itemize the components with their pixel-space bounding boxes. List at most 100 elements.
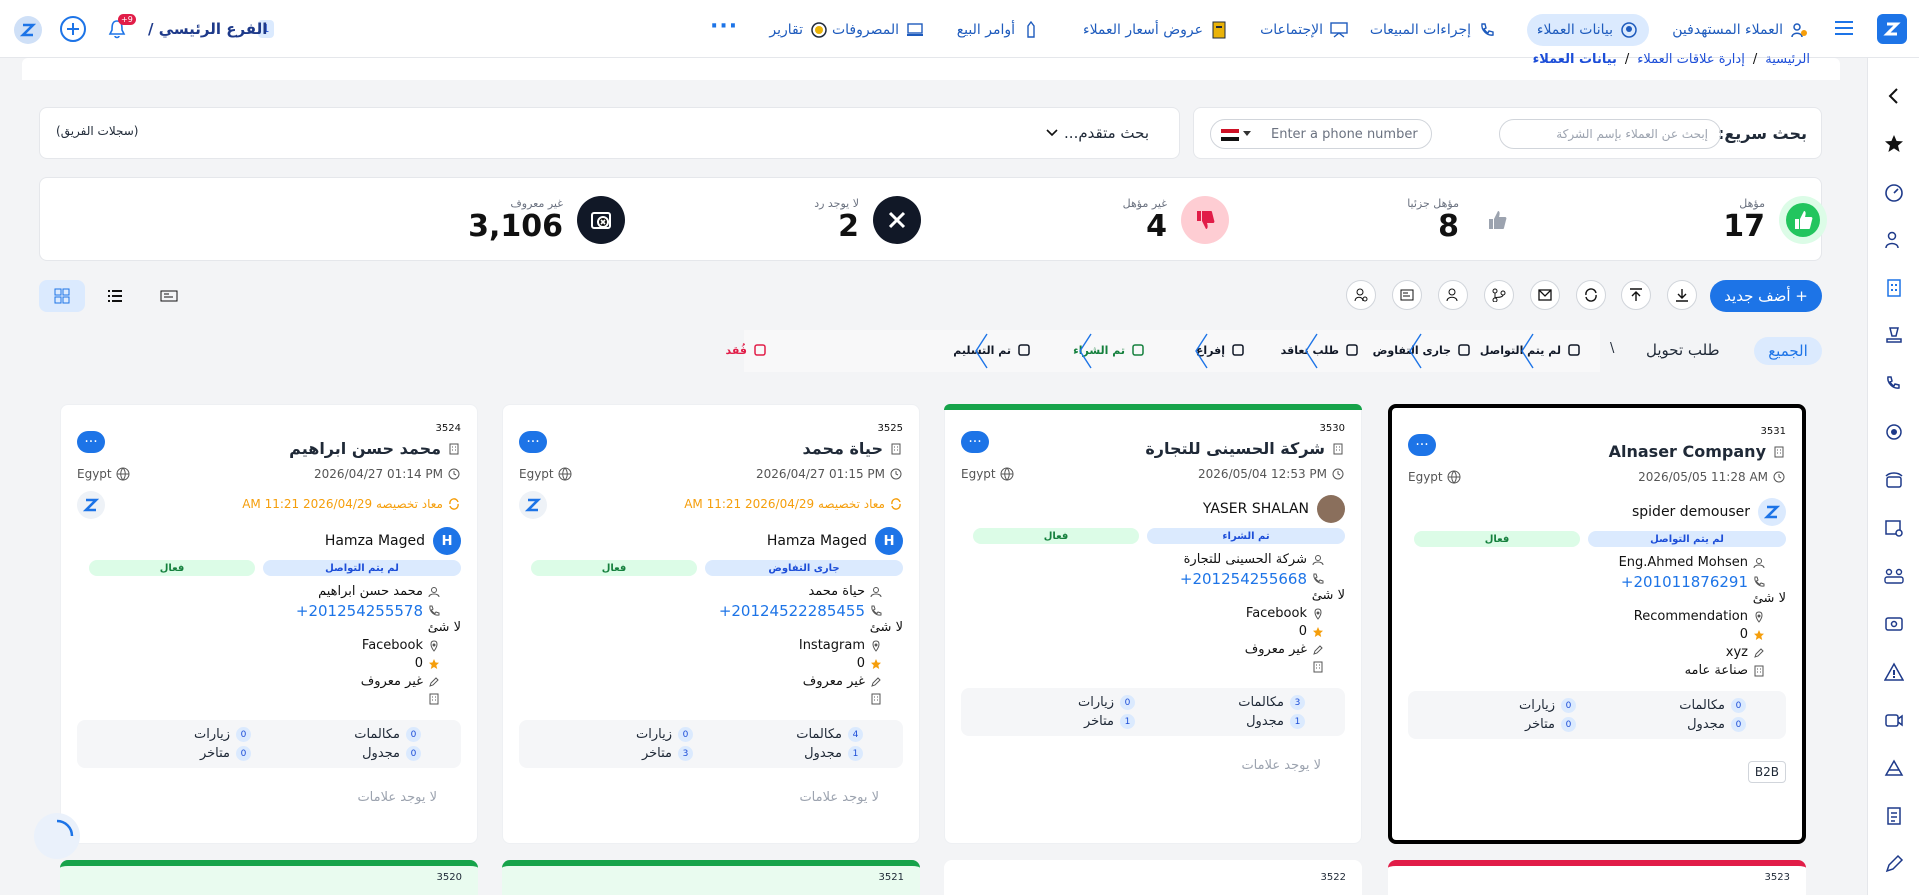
nav-item-reports[interactable]: تقارير <box>759 14 839 46</box>
team-records-label[interactable]: (سجلات الفريق) <box>56 124 138 138</box>
nav-item-meetings[interactable]: الإجتماعات <box>1250 14 1359 46</box>
cash-icon[interactable] <box>1882 612 1906 636</box>
video-call-icon[interactable] <box>1882 708 1906 732</box>
stamp-icon[interactable] <box>1882 324 1906 348</box>
card-more-button[interactable]: ··· <box>77 431 105 453</box>
customer-card[interactable]: 3525 حياة محمد ··· 2026/04/27 01:15 PM Egypt… <box>502 404 920 844</box>
app-logo[interactable] <box>1877 14 1907 44</box>
list-view-toggle[interactable] <box>92 280 138 312</box>
card-tag: غير معروف <box>361 674 441 689</box>
summary-thumbs-up[interactable]: مؤهل 17 <box>1723 190 1827 250</box>
user-avatar[interactable] <box>14 16 42 44</box>
card-contact-phone-text[interactable]: +20124522285455 <box>719 602 865 620</box>
card-more-button[interactable]: ··· <box>519 431 547 453</box>
quick-add-button[interactable] <box>60 16 86 42</box>
id-card-button[interactable] <box>1392 280 1422 310</box>
building-icon <box>1311 660 1325 674</box>
card-more-button[interactable]: ··· <box>961 431 989 453</box>
dashboard-icon[interactable] <box>1882 180 1906 204</box>
sync-button[interactable] <box>1576 280 1606 310</box>
nav-item-target-customers[interactable]: العملاء المستهدفين <box>1662 14 1819 46</box>
summary-unknown[interactable]: غير معروف 3,106 <box>468 190 625 250</box>
card-title[interactable]: Alnaser Company <box>1609 442 1786 461</box>
customer-card-next[interactable]: 3521 <box>502 860 920 895</box>
customer-card-next[interactable]: 3523 <box>1388 860 1806 895</box>
grid-view-toggle[interactable] <box>39 280 85 312</box>
phone-calls-icon[interactable] <box>1882 372 1906 396</box>
card-note-text: لا شئ <box>1752 591 1786 606</box>
card-view-toggle[interactable] <box>146 280 192 312</box>
star-icon[interactable] <box>1882 132 1906 156</box>
card-owner[interactable]: H Hamza Maged <box>325 527 461 555</box>
nav-item-sales-orders[interactable]: أوامر البيع <box>947 14 1051 46</box>
notifications-button[interactable]: +9 <box>106 14 136 42</box>
summary-x[interactable]: لا يوجد رد 2 <box>814 190 921 250</box>
stage-all-pill[interactable]: الجميع <box>1754 337 1822 365</box>
card-title[interactable]: محمد حسن ابراهيم <box>289 439 461 458</box>
stat-late-count: 0 <box>236 746 251 761</box>
summary-thumbs-up-gray[interactable]: مؤهل جزئيا 8 <box>1407 190 1521 250</box>
building-icon[interactable] <box>1882 276 1906 300</box>
card-date: 2026/04/27 01:14 PM <box>314 467 461 481</box>
customer-card[interactable]: 3530 شركة الحسينى للتجارة ··· 2026/05/04 12… <box>944 404 1362 844</box>
advanced-search-box: بحث متقدم... (سجلات الفريق) <box>39 107 1180 159</box>
card-status-bar <box>944 404 1362 410</box>
invoice-icon[interactable] <box>1882 804 1906 828</box>
card-contact-phone-text[interactable]: +201254255668 <box>1180 570 1307 588</box>
customer-card[interactable]: 3524 محمد حسن ابراهيم ··· 2026/04/27 01:14 … <box>60 404 478 844</box>
user-search-button[interactable] <box>1346 280 1376 310</box>
branch-button[interactable] <box>1484 280 1514 310</box>
country-dropdown-icon[interactable] <box>1243 131 1251 136</box>
breadcrumb-home[interactable]: الرئيسية <box>1765 52 1810 67</box>
stage-item[interactable]: تم التسليم <box>953 337 1031 363</box>
card-more-button[interactable]: ··· <box>1408 434 1436 456</box>
advanced-search-toggle[interactable]: بحث متقدم... <box>1046 124 1149 142</box>
users-icon[interactable] <box>1882 228 1906 252</box>
egypt-flag-icon[interactable] <box>1221 129 1239 141</box>
card-reassigned-text: معاد تخصيصه 2026/04/29 11:21 AM <box>242 497 443 511</box>
customer-card-next[interactable]: 3522 <box>944 860 1362 895</box>
summary-thumbs-down[interactable]: غير مؤهل 4 <box>1123 190 1229 250</box>
stage-item[interactable]: طلب تعاقد <box>1281 337 1359 363</box>
card-contact-phone-text[interactable]: +201011876291 <box>1621 573 1748 591</box>
branch-selector[interactable]: الفرع الرئيسي / <box>148 20 267 38</box>
hamburger-menu-icon[interactable] <box>1835 20 1853 36</box>
email-button[interactable] <box>1530 280 1560 310</box>
breadcrumb-section[interactable]: إدارة علاقات العملاء <box>1637 52 1745 67</box>
no-labels-text: لا يوجد علامات <box>799 790 879 805</box>
upload-button[interactable] <box>1621 280 1651 310</box>
target-icon[interactable] <box>1882 420 1906 444</box>
stage-item[interactable]: فُقد <box>726 337 767 363</box>
pen-icon[interactable] <box>1882 852 1906 876</box>
team-icon[interactable] <box>1882 564 1906 588</box>
collapse-chevron-icon[interactable] <box>1882 84 1906 108</box>
owner-avatar <box>1758 498 1786 526</box>
card-title[interactable]: حياة محمد <box>803 439 904 458</box>
calendar-settings-icon[interactable] <box>1882 516 1906 540</box>
right-sidebar <box>1867 58 1919 895</box>
download-button[interactable] <box>1667 280 1697 310</box>
company-search-input[interactable]: إبحث عن العملاء بإسم الشركة <box>1499 119 1721 149</box>
card-contact-phone-text[interactable]: +201254255578 <box>296 602 423 620</box>
phone-search-input[interactable]: Enter a phone number <box>1210 119 1432 149</box>
nav-more-button[interactable]: ··· <box>710 14 738 39</box>
stat-visits-label: زيارات <box>1519 698 1555 713</box>
customer-card[interactable]: 3531 Alnaser Company ··· 2026/05/05 11:28 A… <box>1388 404 1806 844</box>
card-owner[interactable]: spider demouser <box>1632 498 1786 526</box>
nav-item-sales-actions[interactable]: إجراءات المبيعات <box>1360 14 1507 46</box>
chart-triangle-icon[interactable] <box>1882 756 1906 780</box>
card-owner[interactable]: H Hamza Maged <box>767 527 903 555</box>
user-settings-button[interactable] <box>1438 280 1468 310</box>
grid-icon <box>54 288 70 304</box>
card-owner[interactable]: YASER SHALAN <box>1203 495 1345 523</box>
nav-item-quotes[interactable]: عروض أسعار العملاء <box>1073 14 1239 46</box>
add-new-button[interactable]: + أضف جديد <box>1710 280 1822 312</box>
customer-card-next[interactable]: 3520 <box>60 860 478 895</box>
stage-conversion[interactable]: طلب تحويل <box>1646 341 1720 359</box>
card-reassigned-text: معاد تخصيصه 2026/04/29 11:21 AM <box>684 497 885 511</box>
card-title[interactable]: شركة الحسينى للتجارة <box>1145 439 1345 458</box>
telephone-icon[interactable] <box>1882 468 1906 492</box>
warning-icon[interactable] <box>1882 660 1906 684</box>
card-country-text: Egypt <box>961 467 996 481</box>
nav-item-customer-data[interactable]: بيانات العملاء <box>1526 14 1649 46</box>
